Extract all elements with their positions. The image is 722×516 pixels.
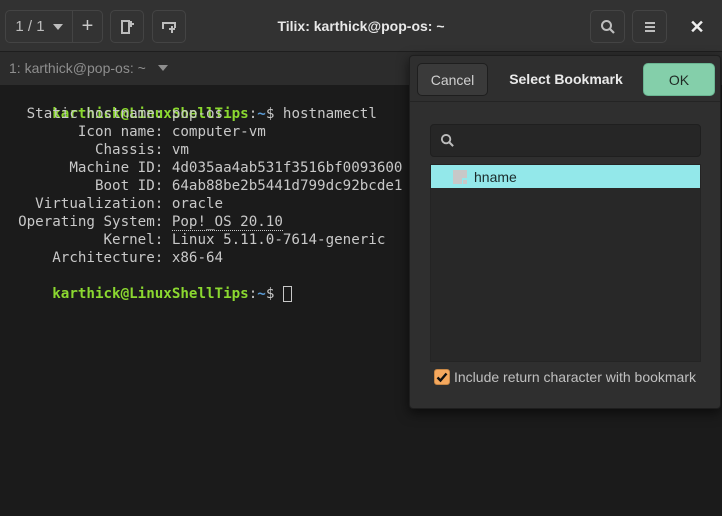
output-value: oracle: [171, 196, 224, 212]
output-line: Machine ID: 4d035aa4ab531f3516bf0093600: [1, 159, 402, 177]
bookmark-icon: [453, 169, 467, 184]
output-key: Machine ID:: [1, 160, 172, 176]
prompt-symbol: $: [265, 106, 283, 122]
select-bookmark-dialog: Cancel Select Bookmark OK hname Include …: [409, 55, 721, 409]
terminal-cursor: [282, 286, 292, 302]
bookmark-label: hname: [474, 168, 517, 185]
menu-button[interactable]: [632, 10, 667, 43]
dialog-header: Cancel Select Bookmark OK: [410, 56, 720, 102]
prompt-colon: :: [248, 286, 258, 302]
hamburger-menu-icon: [644, 21, 655, 32]
split-right-button[interactable]: [110, 10, 144, 43]
split-down-button[interactable]: [152, 10, 186, 43]
bookmark-search-field[interactable]: [430, 124, 701, 158]
output-value: vm: [171, 142, 189, 158]
prompt-symbol: $: [265, 286, 283, 302]
add-session-button[interactable]: +: [73, 11, 102, 42]
bookmark-item[interactable]: hname: [431, 165, 700, 188]
split-down-icon: [162, 21, 176, 33]
split-right-icon: [121, 19, 134, 34]
output-line: Kernel: Linux 5.11.0-7614-generic: [1, 231, 402, 249]
prompt-path: ~: [257, 286, 266, 302]
terminal-title: 1: karthick@pop-os: ~: [9, 60, 146, 76]
ok-button[interactable]: OK: [643, 63, 715, 96]
output-line: Chassis: vm: [1, 141, 402, 159]
caret-down-icon: [157, 65, 168, 71]
find-button[interactable]: [590, 10, 625, 43]
header-bar: 1 / 1 + Tilix: karthick@pop-os: ~ ✕: [0, 0, 722, 52]
output-value: 4d035aa4ab531f3516bf0093600: [171, 160, 403, 176]
output-key: Architecture:: [1, 250, 172, 266]
command-text: hostnamectl: [282, 106, 377, 122]
checkmark-icon: [436, 372, 448, 383]
include-return-option[interactable]: Include return character with bookmark: [434, 369, 696, 385]
bookmark-list: hname: [430, 164, 701, 362]
output-key: Virtualization:: [1, 196, 172, 212]
output-line: Architecture: x86-64: [1, 249, 402, 267]
command-line: karthick@LinuxShellTips:~$ hostnamectl: [1, 87, 402, 122]
output-line: Boot ID: 64ab88be2b5441d799dc92bcde1: [1, 177, 403, 195]
output-key: Static hostname:: [1, 106, 172, 122]
session-switcher-group: 1 / 1 +: [5, 10, 103, 43]
include-return-checkbox[interactable]: [434, 369, 450, 385]
caret-down-icon: [52, 23, 63, 30]
output-line: Icon name: computer-vm: [1, 123, 402, 141]
output-key: Operating System:: [1, 214, 172, 230]
output-value-link[interactable]: Pop!_OS 20.10: [171, 214, 283, 231]
prompt-path: ~: [257, 106, 266, 122]
output-value: x86-64: [171, 250, 224, 266]
prompt-line: karthick@LinuxShellTips:~$: [1, 267, 402, 302]
output-key: Chassis:: [1, 142, 172, 158]
output-line: Virtualization: oracle: [1, 195, 402, 213]
close-icon: ✕: [689, 16, 705, 37]
include-return-label: Include return character with bookmark: [454, 369, 696, 385]
output-value: 64ab88be2b5441d799dc92bcde1: [171, 178, 403, 194]
output-value: Linux 5.11.0-7614-generic: [171, 232, 386, 248]
output-line: Operating System: Pop!_OS 20.10: [1, 213, 402, 231]
session-switcher-button[interactable]: 1 / 1: [6, 11, 73, 42]
output-key: Boot ID:: [1, 178, 172, 194]
terminal-title-button[interactable]: 1: karthick@pop-os: ~: [9, 60, 168, 76]
search-icon: [440, 133, 454, 147]
output-value: computer-vm: [171, 124, 266, 140]
output-key: Kernel:: [1, 232, 172, 248]
prompt-colon: :: [248, 106, 258, 122]
dialog-title: Select Bookmark: [509, 71, 623, 87]
plus-icon: +: [81, 15, 94, 37]
bookmark-search-input[interactable]: [463, 125, 696, 158]
session-counter: 1 / 1: [15, 18, 45, 35]
output-value: pop-os: [171, 106, 224, 122]
close-window-button[interactable]: ✕: [684, 14, 710, 40]
prompt-user-host: karthick@LinuxShellTips: [52, 286, 249, 302]
output-key: Icon name:: [1, 124, 172, 140]
search-icon: [600, 19, 615, 34]
terminal-output: karthick@LinuxShellTips:~$ hostnamectl S…: [1, 87, 403, 302]
cancel-button[interactable]: Cancel: [417, 63, 488, 96]
